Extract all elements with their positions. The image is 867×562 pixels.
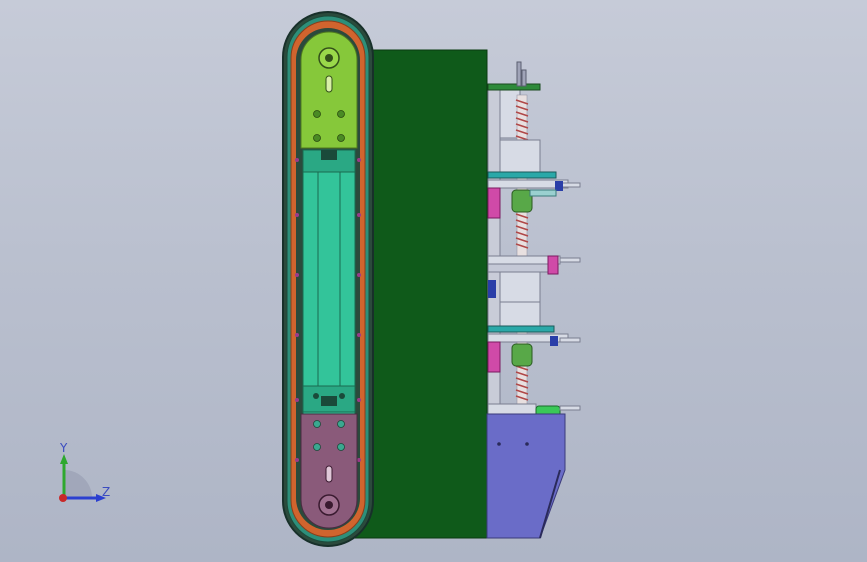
cad-viewport[interactable]: Y Z bbox=[0, 0, 867, 562]
z-axis-label: Z bbox=[102, 485, 111, 499]
conveyor-assembly-model[interactable] bbox=[0, 0, 867, 562]
bottom-slot bbox=[325, 465, 333, 483]
carriage-lower bbox=[487, 301, 581, 373]
triad-quadrant bbox=[64, 470, 92, 498]
coordinate-triad: Y Z bbox=[50, 440, 120, 510]
frame-plate bbox=[354, 49, 488, 539]
base-block bbox=[486, 413, 566, 539]
carriage-middle bbox=[487, 255, 581, 303]
carriage-upper bbox=[487, 139, 581, 219]
top-slot bbox=[325, 75, 333, 93]
triad-origin bbox=[59, 494, 67, 502]
linear-rail bbox=[302, 149, 356, 416]
y-axis-label: Y bbox=[60, 441, 68, 455]
